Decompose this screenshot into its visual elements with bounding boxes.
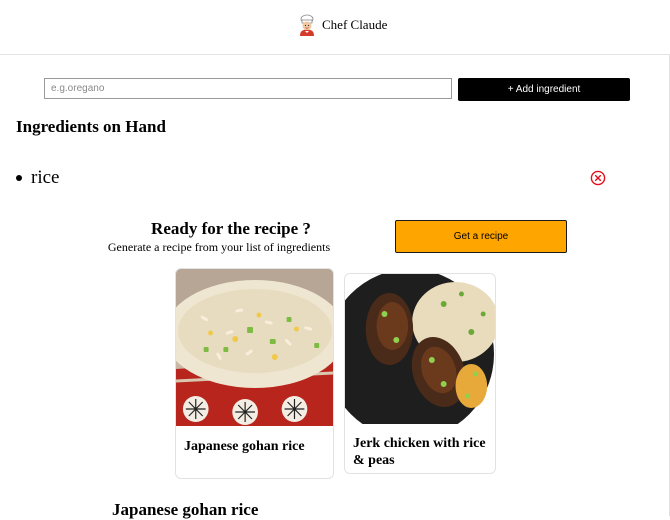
recipe-heading: Japanese gohan rice — [112, 500, 259, 519]
recipe-card-title: Japanese gohan rice — [184, 439, 305, 454]
fried-rice-image — [176, 269, 333, 426]
bullet-icon — [16, 175, 22, 181]
ingredients-title: Ingredients on Hand — [16, 117, 166, 136]
ingredient-input[interactable] — [44, 78, 452, 99]
brand: Chef Claude — [297, 14, 387, 36]
get-recipe-button[interactable]: Get a recipe — [395, 220, 567, 253]
ingredient-name: rice — [31, 167, 60, 188]
jerk-chicken-image — [345, 274, 495, 424]
app-header: Chef Claude — [0, 0, 670, 55]
add-ingredient-button[interactable]: + Add ingredient — [458, 78, 630, 101]
chef-icon — [300, 14, 314, 36]
recipe-card-title: Jerk chicken with rice & peas — [353, 436, 486, 468]
ingredient-list-item: rice — [16, 167, 59, 189]
app-name: Chef Claude — [322, 17, 388, 32]
recipe-card[interactable]: Jerk chicken with rice & peas — [344, 273, 496, 474]
recipe-card[interactable]: Japanese gohan rice — [175, 268, 334, 479]
remove-icon[interactable] — [590, 170, 606, 186]
recipe-prompt-title: Ready for the recipe ? — [151, 219, 311, 238]
recipe-prompt-subtitle: Generate a recipe from your list of ingr… — [107, 240, 331, 254]
